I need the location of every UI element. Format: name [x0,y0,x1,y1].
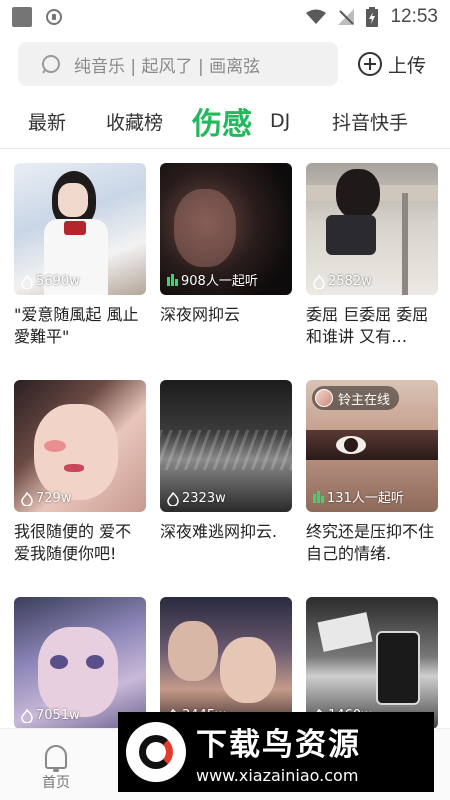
status-icons: 12:53 [306,6,438,28]
tabs-divider [0,148,450,149]
playlist-card[interactable]: 5690w "爱意随風起 風止愛難平" [14,163,146,348]
playlist-cover: 908人一起听 [160,163,292,295]
playlist-title: 深夜网抑云 [160,305,241,324]
listener-count: 908人一起听 [167,270,258,289]
flame-icon [167,491,179,506]
host-avatar [315,389,333,407]
playlist-cover: 2582w [306,163,438,295]
play-count: 729w [21,491,71,506]
plus-circle-icon [358,52,382,76]
nav-home[interactable]: 首页 [26,745,86,792]
battery-icon [366,7,379,27]
flame-icon [21,708,33,723]
play-count: 7051w [21,708,80,723]
upload-label: 上传 [388,54,427,77]
bell-icon [45,745,67,772]
watermark-banner: 下载鸟资源 www.xiazainiao.com [118,712,434,792]
playlist-title: 委屈 巨委屈 委屈和谁讲 又有… [306,305,429,346]
tab-latest[interactable]: 最新 [28,96,66,146]
playlist-card[interactable]: 3445w [160,597,292,729]
playlist-cover: 1460w [306,597,438,729]
search-icon [42,55,60,74]
tab-dj[interactable]: DJ [270,96,290,146]
notification-icon [12,7,32,27]
listener-count: 131人一起听 [313,487,404,506]
upload-button[interactable]: 上传 [358,51,426,78]
equalizer-icon [167,273,178,286]
playlist-cover: 5690w [14,163,146,295]
bird-logo [126,722,186,782]
playlist-cover: 7051w [14,597,146,729]
playlist-card[interactable]: 铃主在线 131人一起听 终究还是压抑不住自己的情绪. [306,380,438,565]
play-count: 2582w [313,274,372,289]
playlist-card[interactable]: 729w 我很随便的 爱不爱我随便你吧! [14,380,146,565]
no-signal-icon [338,9,355,25]
search-input[interactable]: 纯音乐 | 起风了 | 画离弦 [18,42,338,86]
flame-icon [21,491,33,506]
play-count: 5690w [21,274,80,289]
shield-icon [46,9,62,25]
playlist-cover: 3445w [160,597,292,729]
playlist-title: 深夜难逃网抑云. [160,522,278,541]
playlist-card[interactable]: 908人一起听 深夜网抑云 [160,163,292,348]
nav-home-label: 首页 [42,775,70,791]
search-placeholder: 纯音乐 | 起风了 | 画离弦 [74,56,261,77]
host-online-badge: 铃主在线 [312,386,400,410]
tab-sad[interactable]: 伤感 [192,96,252,146]
flame-icon [21,274,33,289]
category-tabs: 最新 收藏榜 伤感 DJ 抖音快手 [0,96,450,146]
playlist-card[interactable]: 7051w [14,597,146,729]
flame-icon [313,274,325,289]
equalizer-icon [313,490,324,503]
watermark-name: 下载鸟资源 [196,727,361,763]
tab-favorites[interactable]: 收藏榜 [106,96,163,146]
playlist-cover: 铃主在线 131人一起听 [306,380,438,512]
playlist-title: 终究还是压抑不住自己的情绪. [306,522,435,563]
playlist-cover: 2323w [160,380,292,512]
clock: 12:53 [390,6,438,27]
search-row: 纯音乐 | 起风了 | 画离弦 上传 [18,42,438,86]
playlist-card[interactable]: 1460w [306,597,438,729]
play-count: 2323w [167,491,226,506]
playlist-title: 我很随便的 爱不爱我随便你吧! [14,522,132,563]
playlist-cover: 729w [14,380,146,512]
watermark-url: www.xiazainiao.com [196,766,359,785]
status-bar: 12:53 [0,0,450,34]
tab-douyin-kuaishou[interactable]: 抖音快手 [332,96,408,146]
playlist-title: "爱意随風起 風止愛難平" [14,305,139,346]
playlist-card[interactable]: 2582w 委屈 巨委屈 委屈和谁讲 又有… [306,163,438,348]
wifi-icon [306,9,327,24]
playlist-card[interactable]: 2323w 深夜难逃网抑云. [160,380,292,565]
